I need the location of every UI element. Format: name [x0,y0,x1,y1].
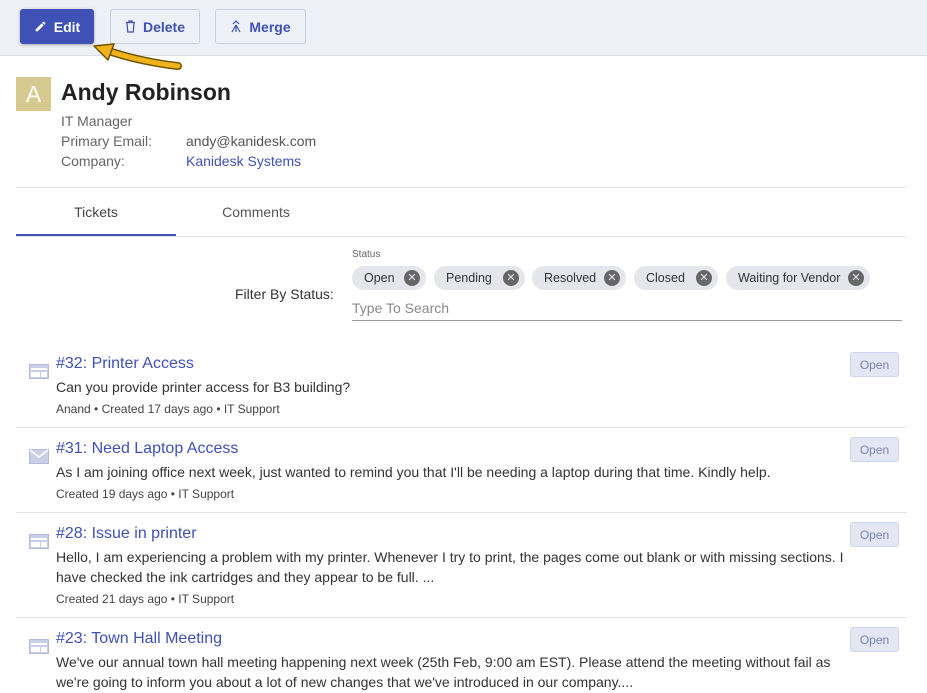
tabs-divider [16,236,907,237]
company-link[interactable]: Kanidesk Systems [186,153,301,169]
row-divider [16,617,907,618]
ticket-row[interactable]: #31: Need Laptop Access As I am joining … [16,437,907,512]
edit-button[interactable]: Edit [20,9,94,44]
web-form-icon [29,364,49,379]
status-badge[interactable]: Open [850,352,899,377]
status-badge[interactable]: Open [850,437,899,462]
status-chip-closed[interactable]: Closed ✕ [634,266,718,290]
ticket-title-link[interactable]: #23: Town Hall Meeting [56,630,222,648]
contact-name: Andy Robinson [61,79,231,105]
chip-label: Closed [646,271,685,285]
tab-comments[interactable]: Comments [176,204,336,220]
merge-icon [231,20,241,33]
status-chip-resolved[interactable]: Resolved ✕ [532,266,626,290]
merge-button[interactable]: Merge [215,9,306,44]
ticket-row[interactable]: #23: Town Hall Meeting We've our annual … [16,627,907,693]
row-divider [16,512,907,513]
merge-button-label: Merge [249,18,291,35]
web-form-icon [29,639,49,654]
remove-chip-icon[interactable]: ✕ [696,270,712,286]
ticket-title-link[interactable]: #31: Need Laptop Access [56,440,238,458]
remove-chip-icon[interactable]: ✕ [604,270,620,286]
pencil-icon [35,21,46,32]
chip-label: Open [364,271,395,285]
remove-chip-icon[interactable]: ✕ [848,270,864,286]
status-caption: Status [352,249,381,260]
row-divider [16,427,907,428]
ticket-preview: As I am joining office next week, just w… [56,464,771,480]
job-title: IT Manager [61,113,133,129]
ticket-meta: Created 19 days ago • IT Support [56,487,235,501]
tab-tickets[interactable]: Tickets [16,204,176,220]
ticket-preview: Hello, I am experiencing a problem with … [56,549,844,585]
ticket-preview: We've our annual town hall meeting happe… [56,654,831,690]
status-badge[interactable]: Open [850,627,899,652]
ticket-preview: Can you provide printer access for B3 bu… [56,379,351,395]
divider [16,187,907,188]
chip-label: Pending [446,271,492,285]
email-label: Primary Email: [61,133,153,149]
chip-label: Waiting for Vendor [738,271,841,285]
email-value: andy@kanidesk.com [186,133,317,149]
ticket-row[interactable]: #28: Issue in printer Hello, I am experi… [16,522,907,617]
edit-button-label: Edit [53,18,81,35]
status-chip-open[interactable]: Open ✕ [352,266,426,290]
avatar: A [16,77,51,111]
remove-chip-icon[interactable]: ✕ [503,270,519,286]
filter-label: Filter By Status: [235,286,334,302]
delete-button-label: Delete [142,18,186,35]
status-search-input[interactable] [352,296,902,321]
ticket-row[interactable]: #32: Printer Access Can you provide prin… [16,352,907,427]
web-form-icon [29,534,49,549]
ticket-title-link[interactable]: #28: Issue in printer [56,525,197,543]
ticket-meta: Created 21 days ago • IT Support [56,592,235,606]
company-label: Company: [61,153,125,169]
status-badge[interactable]: Open [850,522,899,547]
status-chip-pending[interactable]: Pending ✕ [434,266,525,290]
ticket-meta: Anand • Created 17 days ago • IT Support [56,402,280,416]
trash-icon [125,20,135,33]
status-chip-waiting-for-vendor[interactable]: Waiting for Vendor ✕ [726,266,870,290]
ticket-title-link[interactable]: #32: Printer Access [56,355,194,373]
remove-chip-icon[interactable]: ✕ [404,270,420,286]
mail-icon [29,449,49,464]
chip-label: Resolved [544,271,597,285]
annotation-arrow-icon [93,43,182,70]
delete-button[interactable]: Delete [110,9,200,44]
